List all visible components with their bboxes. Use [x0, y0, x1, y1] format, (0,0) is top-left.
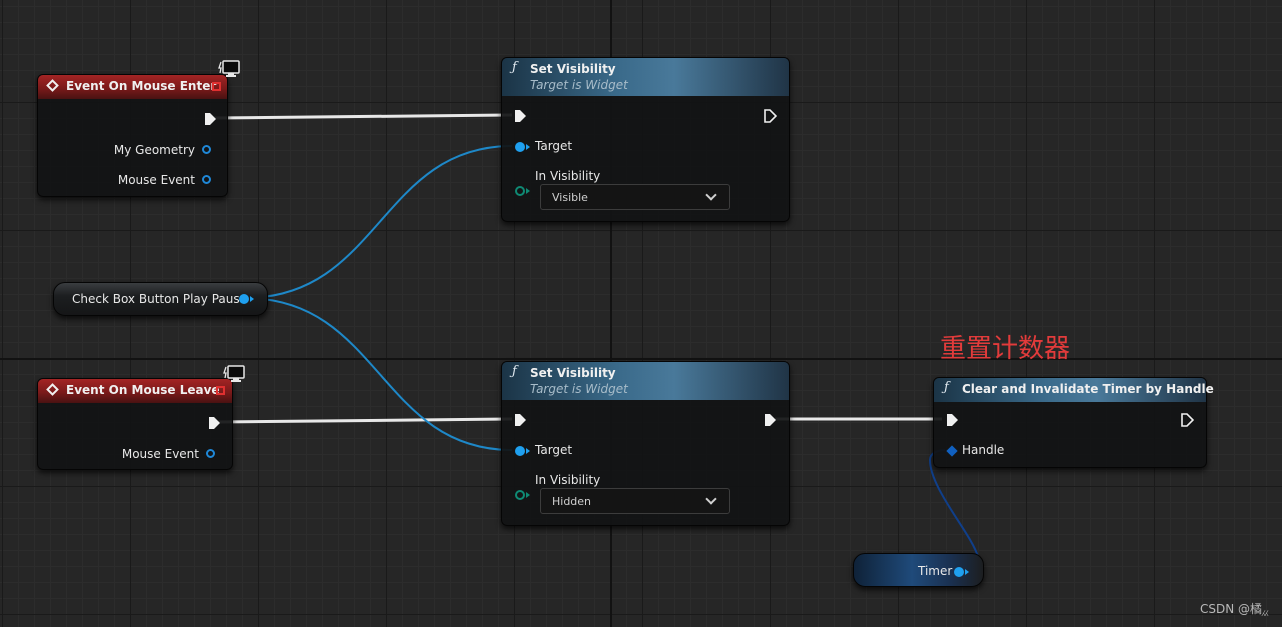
pin-label-mouse-event: Mouse Event [121, 447, 199, 461]
handle-pin[interactable] [946, 445, 958, 457]
function-title: Set Visibility [530, 62, 616, 76]
watermark: CSDN @橘⁁⁁ [1199, 602, 1268, 616]
function-subtitle: Target is Widget [530, 382, 628, 396]
my-geometry-pin[interactable] [202, 145, 211, 154]
visibility-dropdown[interactable]: Hidden [540, 488, 730, 514]
set-visibility-node-hidden[interactable]: ƒ Set Visibility Target is Widget Target… [501, 361, 790, 526]
visibility-dropdown[interactable]: Visible [540, 184, 730, 210]
target-pin[interactable] [515, 142, 525, 152]
exec-wire-enter[interactable] [213, 113, 513, 120]
function-node-header: ƒ Clear and Invalidate Timer by Handle [934, 378, 1214, 402]
chevron-down-icon [705, 493, 717, 505]
mouse-event-pin[interactable] [202, 175, 211, 184]
chevron-down-icon [705, 189, 717, 201]
clear-invalidate-timer-node[interactable]: ƒ Clear and Invalidate Timer by Handle H… [933, 377, 1214, 468]
in-visibility-pin[interactable] [515, 490, 525, 500]
pin-label-mouse-event: Mouse Event [117, 173, 195, 187]
in-visibility-label: In Visibility [535, 473, 601, 487]
pin-arrow-icon [965, 569, 969, 575]
object-wire-to-target1[interactable] [244, 145, 513, 299]
variable-label: Check Box Button Play Pause [72, 292, 247, 306]
pin-arrow-icon [526, 448, 530, 454]
monitor-icon [218, 60, 240, 77]
event-node-header: Event On Mouse Leave [38, 379, 232, 403]
pin-arrow-icon [250, 296, 254, 302]
visibility-dropdown-value: Visible [552, 191, 588, 204]
function-node-header: ƒ Set Visibility Target is Widget [502, 362, 789, 400]
pin-arrow-icon [526, 188, 530, 194]
function-icon: ƒ [512, 364, 517, 379]
function-title: Clear and Invalidate Timer by Handle [962, 382, 1214, 396]
event-title: Event On Mouse Enter [66, 79, 217, 93]
exec-wire-leave[interactable] [217, 417, 513, 424]
pin-arrow-icon [526, 492, 530, 498]
check-box-variable-node[interactable]: Check Box Button Play Pause [53, 282, 268, 316]
set-visibility-node-visible[interactable]: ƒ Set Visibility Target is Widget Target… [501, 57, 790, 222]
event-on-mouse-enter-node[interactable]: Event On Mouse Enter My Geometry Mouse E… [37, 74, 228, 197]
function-icon: ƒ [944, 380, 949, 395]
delegate-pin[interactable] [216, 386, 225, 395]
delegate-pin[interactable] [212, 82, 221, 91]
monitor-icon [223, 365, 245, 382]
target-label: Target [535, 443, 573, 457]
event-node-header: Event On Mouse Enter [38, 75, 227, 99]
mouse-event-pin[interactable] [206, 449, 215, 458]
in-visibility-label: In Visibility [535, 169, 601, 183]
visibility-dropdown-value: Hidden [552, 495, 592, 508]
event-diamond-icon [46, 79, 59, 92]
comment-text: 重置计数器 [940, 334, 1071, 364]
timer-variable-node[interactable]: Timer [853, 553, 984, 587]
function-icon: ƒ [512, 60, 517, 75]
pin-arrow-icon [526, 144, 530, 150]
variable-label: Timer [918, 564, 953, 578]
variable-output-pin[interactable] [239, 294, 249, 304]
variable-output-pin[interactable] [954, 567, 964, 577]
function-node-header: ƒ Set Visibility Target is Widget [502, 58, 789, 96]
handle-label: Handle [962, 443, 1005, 457]
function-title: Set Visibility [530, 366, 616, 380]
event-on-mouse-leave-node[interactable]: Event On Mouse Leave Mouse Event [37, 378, 233, 470]
target-pin[interactable] [515, 446, 525, 456]
target-label: Target [535, 139, 573, 153]
object-wire-to-target2[interactable] [244, 297, 513, 451]
in-visibility-pin[interactable] [515, 186, 525, 196]
event-title: Event On Mouse Leave [66, 383, 220, 397]
function-subtitle: Target is Widget [530, 78, 628, 92]
event-diamond-icon [46, 383, 59, 396]
pin-label-my-geometry: My Geometry [113, 143, 195, 157]
